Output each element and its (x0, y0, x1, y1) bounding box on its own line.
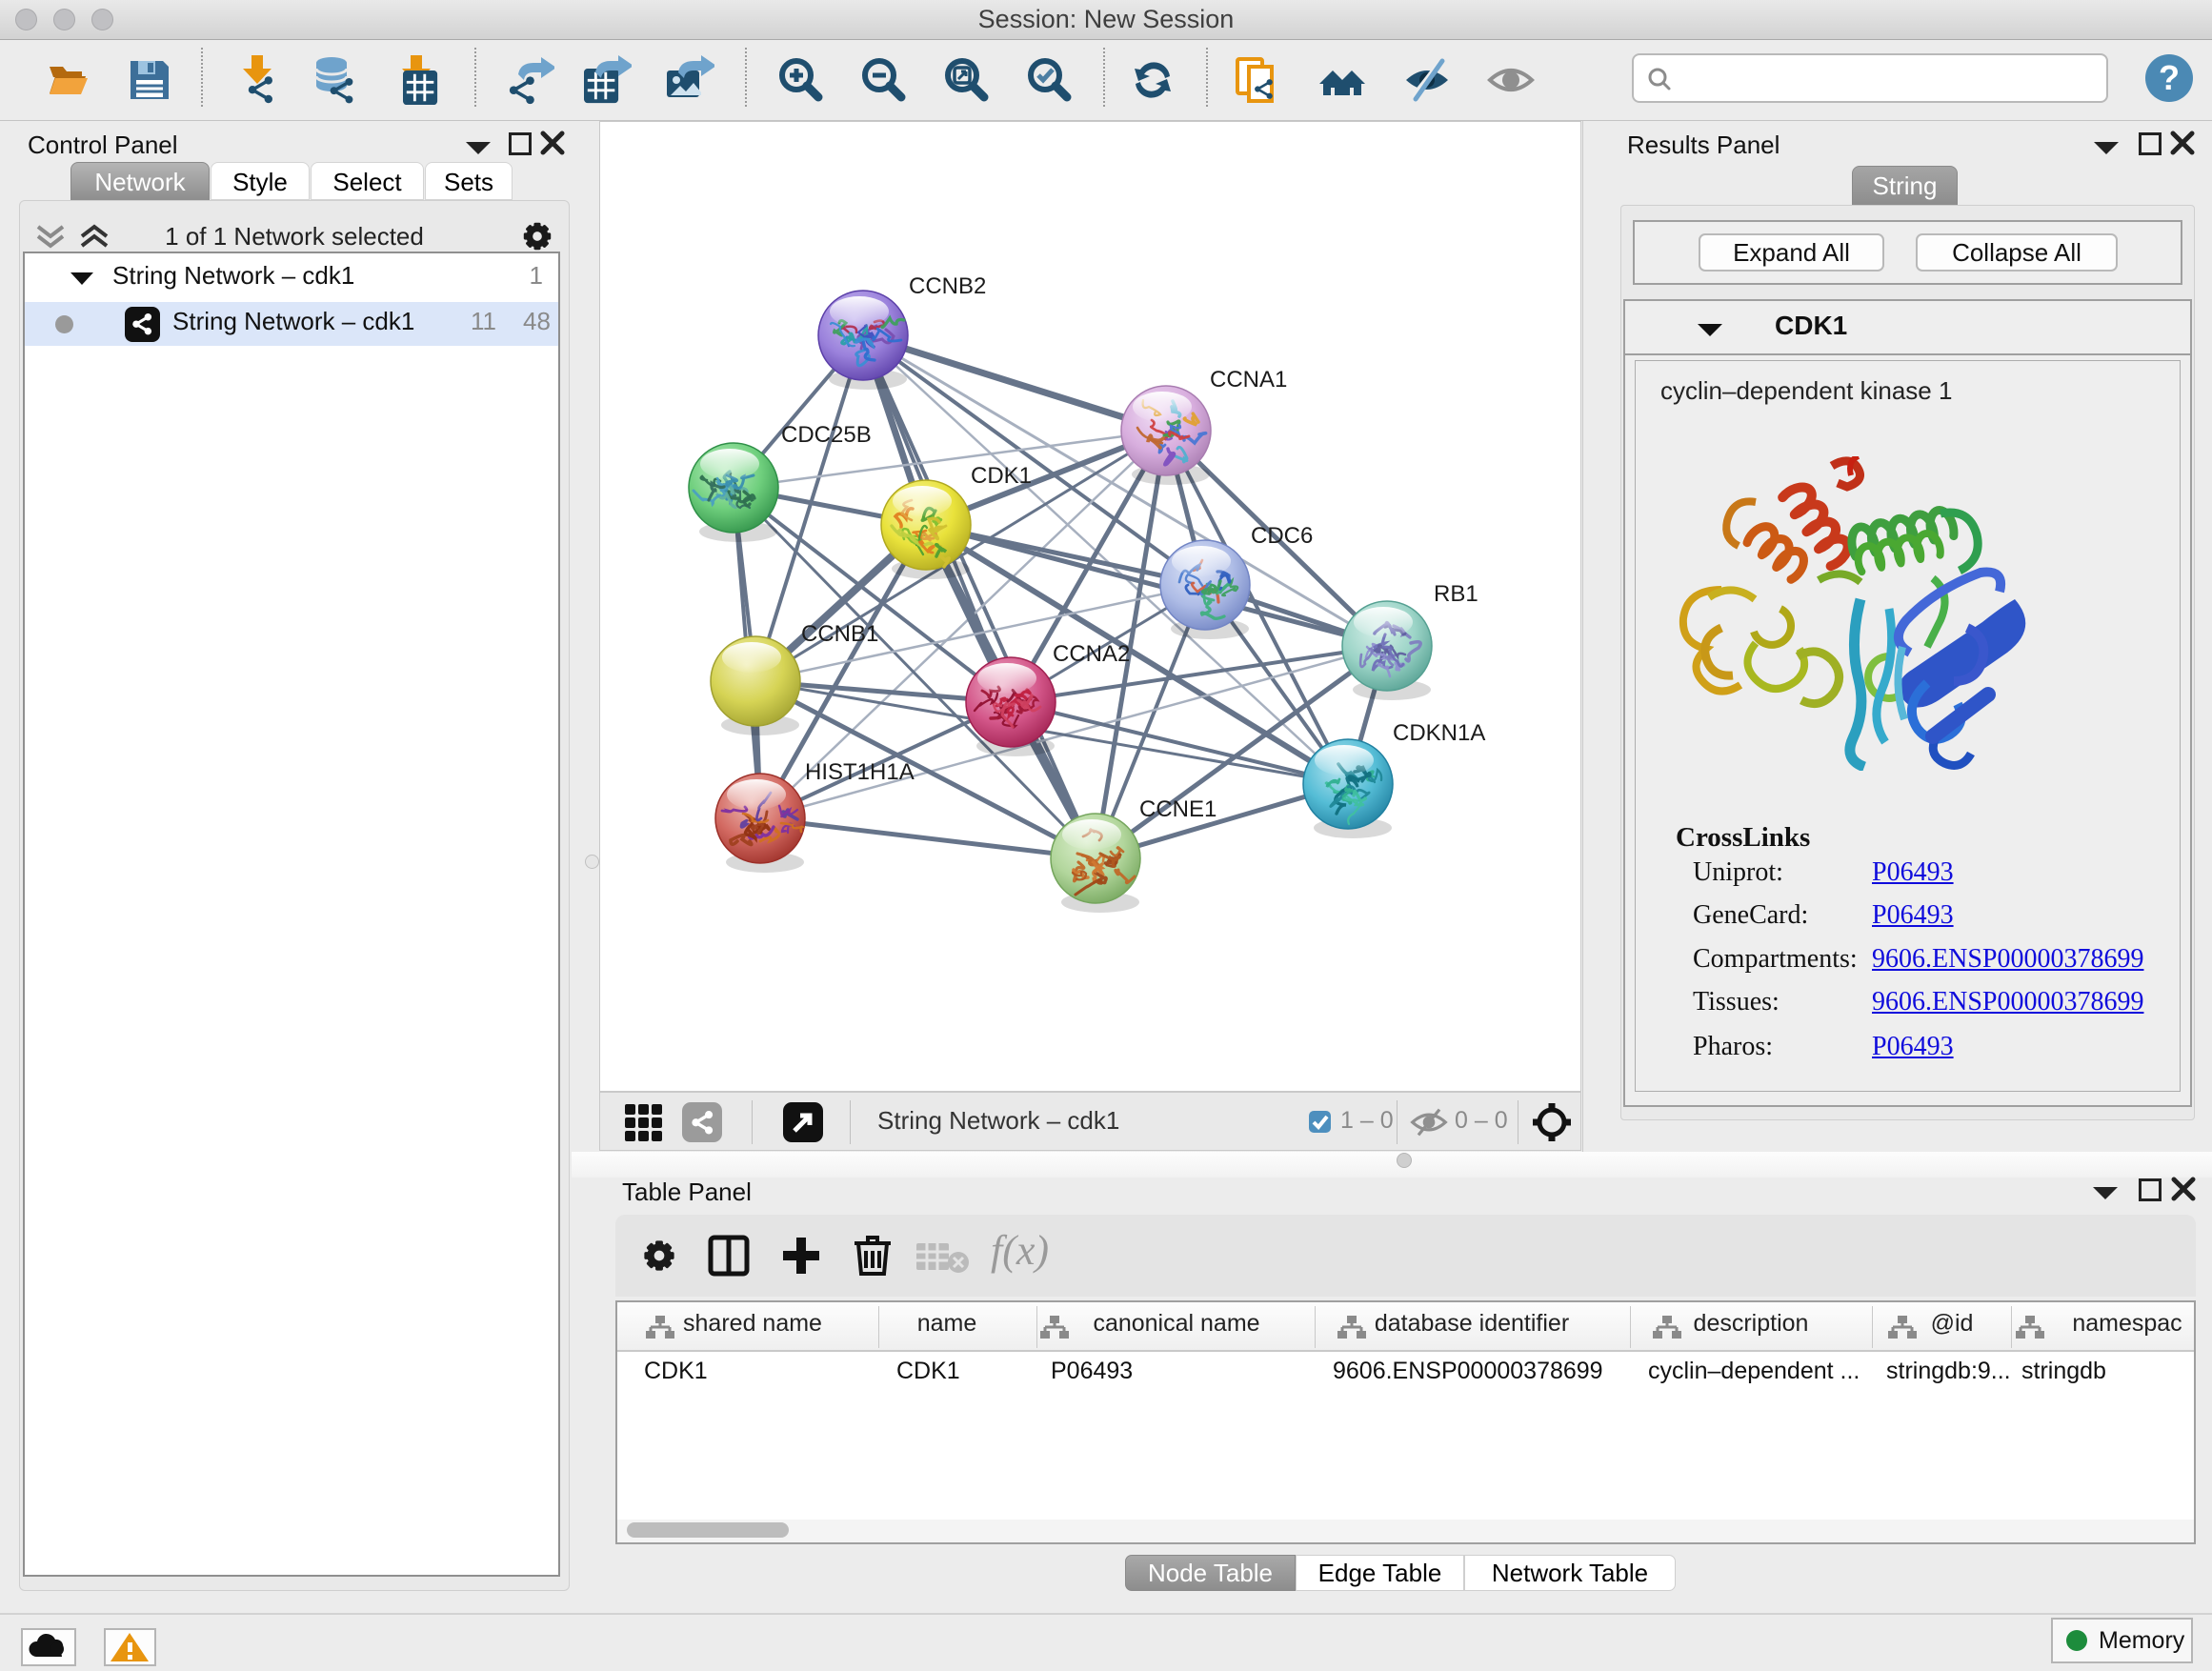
svg-text:CDC25B: CDC25B (781, 422, 872, 448)
svg-text:CCNB1: CCNB1 (801, 621, 878, 647)
svg-text:CCNE1: CCNE1 (1139, 796, 1217, 822)
svg-text:CDK1: CDK1 (971, 463, 1032, 489)
svg-text:CDC6: CDC6 (1251, 523, 1313, 549)
svg-text:RB1: RB1 (1434, 581, 1478, 607)
svg-text:CCNA2: CCNA2 (1053, 641, 1130, 667)
svg-text:HIST1H1A: HIST1H1A (805, 759, 915, 785)
svg-text:CCNB2: CCNB2 (909, 273, 986, 299)
svg-text:CDKN1A: CDKN1A (1393, 720, 1485, 746)
svg-text:CCNA1: CCNA1 (1210, 367, 1287, 393)
